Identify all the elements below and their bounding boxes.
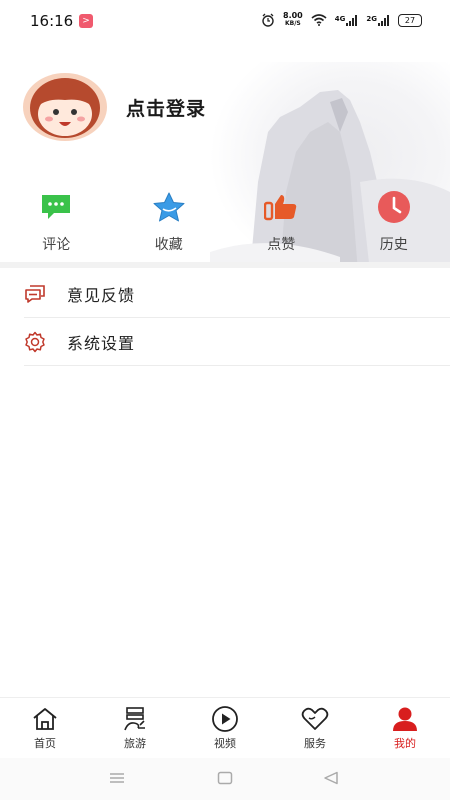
alarm-icon (262, 13, 274, 27)
shortcut-label: 点赞 (267, 237, 296, 253)
shortcut-label: 收藏 (154, 237, 183, 253)
person-icon (390, 705, 420, 733)
comment-icon (39, 190, 73, 224)
menu-item-feedback[interactable]: 意见反馈 (24, 270, 450, 318)
nav-item-video[interactable]: 视频 (180, 698, 270, 756)
login-link[interactable]: 点击登录 (126, 94, 206, 121)
section-divider (0, 262, 450, 268)
back-button-icon[interactable] (323, 770, 339, 789)
thumbs-up-icon (264, 190, 298, 224)
nav-label: 首页 (34, 737, 56, 750)
net-speed-value: 8.00 (283, 11, 303, 20)
feedback-icon (24, 283, 46, 305)
heart-icon (300, 705, 330, 733)
bottom-nav: 首页 旅游 视频 服务 我的 (0, 697, 450, 756)
signal-2: 2G (366, 14, 390, 26)
recent-apps-icon[interactable] (108, 770, 126, 789)
nav-label: 服务 (304, 737, 326, 750)
nav-label: 旅游 (124, 737, 146, 750)
net-speed-unit: KB/S (285, 20, 301, 27)
system-navigation-bar (0, 758, 450, 800)
net-speed: 8.00 KB/S (283, 12, 303, 28)
signal-1: 4G (334, 14, 359, 26)
nav-label: 我的 (394, 737, 416, 750)
menu-item-label: 意见反馈 (67, 285, 136, 305)
shortcut-history[interactable]: 历史 (338, 190, 450, 254)
shortcut-favorites[interactable]: 收藏 (113, 190, 226, 254)
status-right-group: 8.00 KB/S 4G 2G 27 (261, 12, 422, 28)
nav-item-travel[interactable]: 旅游 (90, 698, 180, 756)
settings-gear-icon (24, 331, 46, 353)
star-icon (152, 190, 186, 224)
home-icon (30, 705, 60, 733)
shortcut-row: 评论 收藏 点赞 历史 (0, 190, 450, 254)
wifi-icon (311, 14, 327, 26)
shortcut-label: 历史 (379, 237, 408, 253)
menu-item-label: 系统设置 (67, 333, 136, 353)
signal-bars-icon (346, 14, 358, 26)
menu-item-settings[interactable]: 系统设置 (24, 318, 450, 366)
nav-item-service[interactable]: 服务 (270, 698, 360, 756)
video-play-icon (210, 705, 240, 733)
battery-indicator: 27 (398, 13, 422, 27)
clock-icon (377, 190, 411, 224)
profile-header: 点击登录 评论 收藏 点赞 历史 (0, 42, 450, 264)
status-time: 16:16 (30, 12, 74, 30)
avatar[interactable] (22, 72, 108, 142)
nav-item-home[interactable]: 首页 (0, 698, 90, 756)
shortcut-label: 评论 (42, 237, 71, 253)
nav-label: 视频 (214, 737, 236, 750)
signal-bars-icon (378, 14, 389, 26)
signal-2-label: 2G (366, 14, 377, 23)
settings-menu: 意见反馈 系统设置 (24, 270, 450, 366)
status-bar: 16:16 > 8.00 KB/S 4G 2G 27 (0, 0, 450, 42)
nav-item-mine[interactable]: 我的 (360, 698, 450, 756)
travel-icon (120, 705, 150, 733)
notification-badge: > (79, 14, 93, 28)
shortcut-comments[interactable]: 评论 (0, 190, 113, 254)
signal-1-label: 4G (334, 14, 346, 23)
shortcut-likes[interactable]: 点赞 (225, 190, 338, 254)
home-button-icon[interactable] (217, 770, 233, 789)
